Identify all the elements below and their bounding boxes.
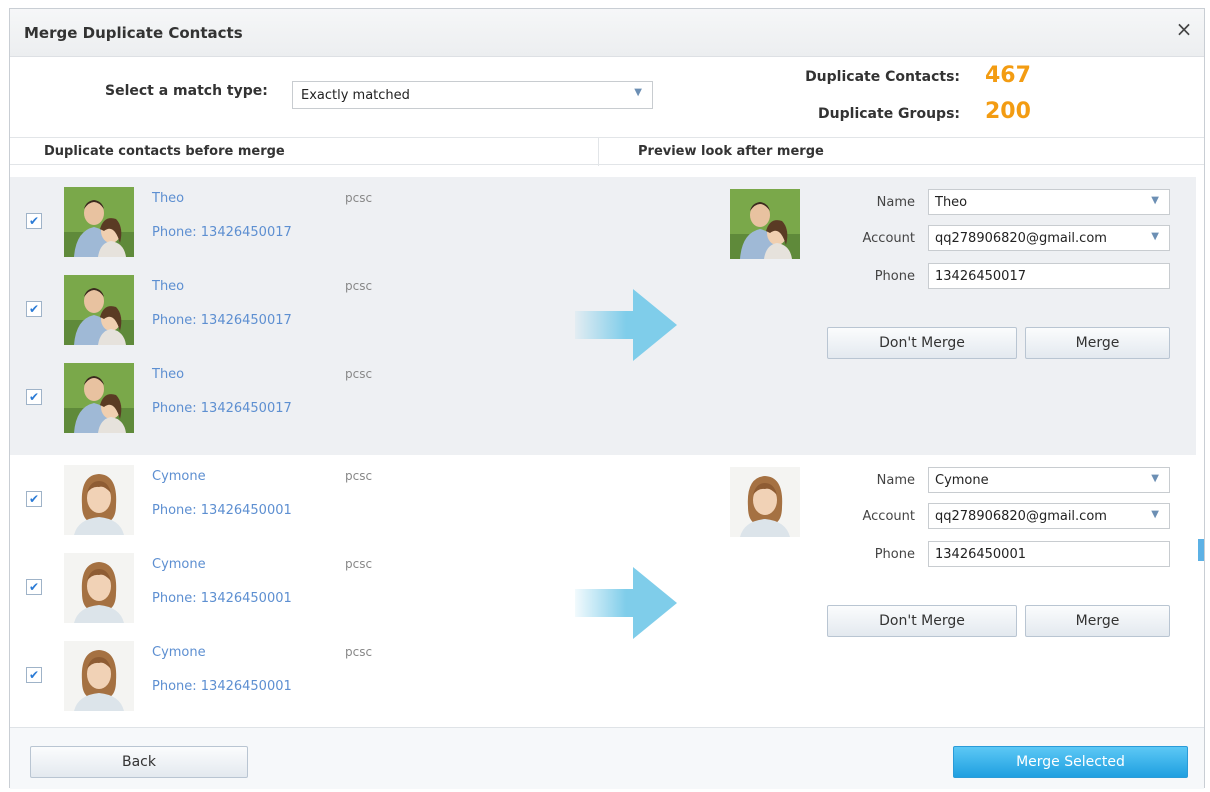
contact-avatar <box>64 363 134 433</box>
preview-name-label: Name <box>876 195 915 210</box>
contact-source: pcsc <box>345 191 373 205</box>
contact-phone: Phone: 13426450001 <box>152 591 292 606</box>
contact-name: Cymone <box>152 469 206 484</box>
match-type-value: Exactly matched <box>301 88 410 103</box>
chevron-down-icon: ▼ <box>1151 195 1159 206</box>
contact-checkbox[interactable]: ✔ <box>26 667 42 683</box>
contact-source: pcsc <box>345 557 373 571</box>
checkmark-icon: ✔ <box>28 492 40 506</box>
merge-button[interactable]: Merge <box>1025 605 1170 637</box>
preview-account-label: Account <box>862 509 916 524</box>
contact-phone: Phone: 13426450017 <box>152 313 292 328</box>
scrollbar-thumb[interactable] <box>1198 539 1204 561</box>
checkmark-icon: ✔ <box>28 302 40 316</box>
dont-merge-button[interactable]: Don't Merge <box>827 605 1017 637</box>
chevron-down-icon: ▼ <box>1151 473 1159 484</box>
merge-button[interactable]: Merge <box>1025 327 1170 359</box>
contact-avatar <box>64 641 134 711</box>
chevron-down-icon: ▼ <box>1151 509 1159 520</box>
preview-phone-label: Phone <box>874 269 915 284</box>
preview-name-value: Cymone <box>935 473 989 488</box>
checkmark-icon: ✔ <box>28 580 40 594</box>
preview-avatar <box>730 189 800 259</box>
column-header-before: Duplicate contacts before merge <box>44 144 285 159</box>
preview-phone-input[interactable]: 13426450017 <box>928 263 1170 289</box>
duplicate-group: ✔ Cymone Phone: 13426450001 pcsc ✔ Cymon… <box>10 455 1196 727</box>
contact-checkbox[interactable]: ✔ <box>26 213 42 229</box>
checkmark-icon: ✔ <box>28 214 40 228</box>
match-type-select[interactable]: Exactly matched ▼ <box>292 81 653 109</box>
contact-name: Cymone <box>152 645 206 660</box>
contact-checkbox[interactable]: ✔ <box>26 491 42 507</box>
preview-name-select[interactable]: Cymone ▼ <box>928 467 1170 493</box>
contact-phone: Phone: 13426450017 <box>152 225 292 240</box>
preview-name-value: Theo <box>935 195 968 210</box>
contact-source: pcsc <box>345 279 373 293</box>
duplicate-contact-row: ✔ Theo Phone: 13426450017 pcsc <box>10 265 570 353</box>
chevron-down-icon: ▼ <box>634 87 642 98</box>
contact-avatar <box>64 465 134 535</box>
preview-phone-input[interactable]: 13426450001 <box>928 541 1170 567</box>
contact-avatar <box>64 275 134 345</box>
contact-name: Theo <box>152 367 185 382</box>
duplicate-contact-row: ✔ Cymone Phone: 13426450001 pcsc <box>10 455 570 543</box>
duplicate-groups-label: Duplicate Groups: <box>818 106 960 122</box>
preview-account-select[interactable]: qq278906820@gmail.com ▼ <box>928 503 1170 529</box>
preview-name-select[interactable]: Theo ▼ <box>928 189 1170 215</box>
duplicate-groups-list: ✔ Theo Phone: 13426450017 pcsc ✔ Theo Ph… <box>10 177 1196 727</box>
contact-checkbox[interactable]: ✔ <box>26 301 42 317</box>
dont-merge-button[interactable]: Don't Merge <box>827 327 1017 359</box>
preview-account-label: Account <box>862 231 916 246</box>
column-header-preview: Preview look after merge <box>638 144 824 159</box>
contact-name: Theo <box>152 191 185 206</box>
contact-name: Theo <box>152 279 185 294</box>
back-button[interactable]: Back <box>30 746 248 778</box>
contact-source: pcsc <box>345 469 373 483</box>
contact-name: Cymone <box>152 557 206 572</box>
contact-source: pcsc <box>345 645 373 659</box>
column-divider <box>598 138 599 166</box>
chevron-down-icon: ▼ <box>1151 231 1159 242</box>
duplicate-contact-row: ✔ Cymone Phone: 13426450001 pcsc <box>10 543 570 631</box>
merge-selected-button[interactable]: Merge Selected <box>953 746 1188 778</box>
contact-phone: Phone: 13426450017 <box>152 401 292 416</box>
contact-avatar <box>64 553 134 623</box>
checkmark-icon: ✔ <box>28 668 40 682</box>
contact-source: pcsc <box>345 367 373 381</box>
arrow-right-icon <box>575 285 685 365</box>
contact-checkbox[interactable]: ✔ <box>26 579 42 595</box>
duplicate-contact-row: ✔ Theo Phone: 13426450017 pcsc <box>10 177 570 265</box>
dialog-footer: Back Merge Selected <box>10 727 1204 789</box>
contact-phone: Phone: 13426450001 <box>152 503 292 518</box>
merge-dialog: Merge Duplicate Contacts × Select a matc… <box>9 8 1205 789</box>
duplicate-group: ✔ Theo Phone: 13426450017 pcsc ✔ Theo Ph… <box>10 177 1196 455</box>
duplicate-contact-row: ✔ Cymone Phone: 13426450001 pcsc <box>10 631 570 719</box>
contact-checkbox[interactable]: ✔ <box>26 389 42 405</box>
title-bar: Merge Duplicate Contacts × <box>10 9 1204 57</box>
match-type-label: Select a match type: <box>105 83 268 99</box>
duplicate-groups-count: 200 <box>985 99 1031 124</box>
preview-account-value: qq278906820@gmail.com <box>935 231 1107 246</box>
preview-phone-label: Phone <box>874 547 915 562</box>
duplicate-contacts-label: Duplicate Contacts: <box>805 69 960 85</box>
contact-phone: Phone: 13426450001 <box>152 679 292 694</box>
preview-phone-value: 13426450001 <box>935 547 1026 562</box>
column-headers: Duplicate contacts before merge Preview … <box>10 137 1204 166</box>
preview-name-label: Name <box>876 473 915 488</box>
preview-account-select[interactable]: qq278906820@gmail.com ▼ <box>928 225 1170 251</box>
close-icon[interactable]: × <box>1172 17 1196 41</box>
checkmark-icon: ✔ <box>28 390 40 404</box>
arrow-right-icon <box>575 563 685 643</box>
preview-account-value: qq278906820@gmail.com <box>935 509 1107 524</box>
preview-avatar <box>730 467 800 537</box>
duplicate-contact-row: ✔ Theo Phone: 13426450017 pcsc <box>10 353 570 441</box>
preview-phone-value: 13426450017 <box>935 269 1026 284</box>
duplicate-contacts-count: 467 <box>985 63 1031 88</box>
dialog-title: Merge Duplicate Contacts <box>24 24 243 42</box>
contact-avatar <box>64 187 134 257</box>
